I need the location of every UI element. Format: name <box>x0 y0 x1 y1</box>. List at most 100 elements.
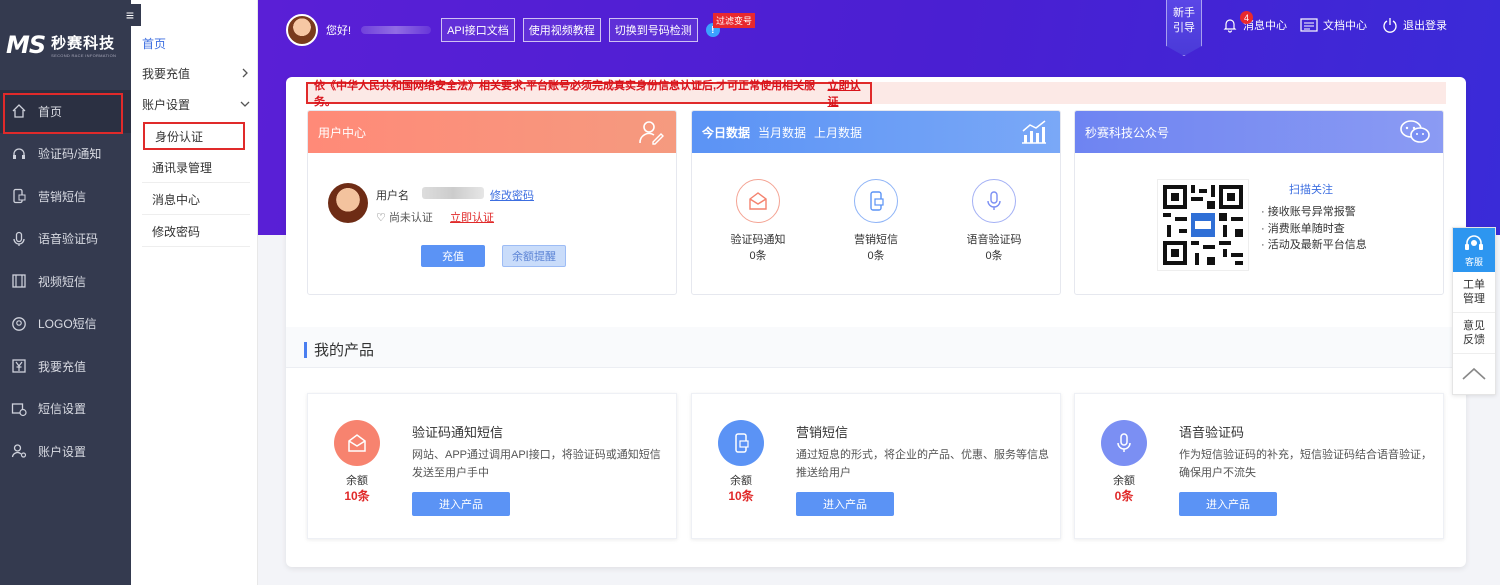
submenu-account[interactable]: 账户设置 <box>142 96 250 113</box>
filter-tag[interactable]: 过滤变号 <box>713 13 756 28</box>
heart-icon: ♡ <box>376 212 386 224</box>
benefit-item: · 活动及最新平台信息 <box>1261 239 1367 251</box>
sidebar: MS 秒赛科技 SECOND RACE INFORMATION 首页 验证码/通… <box>0 0 131 585</box>
wechat-panel: 秒赛科技公众号 扫描关注 · 接收账号异常报警 · 消费账单随时查 · 活动及最… <box>1074 110 1444 295</box>
product-title: 营销短信 <box>796 425 849 440</box>
sidebar-item-label: 首页 <box>38 104 63 119</box>
avatar[interactable] <box>286 14 318 46</box>
stat-value: 0条 <box>985 250 1003 262</box>
main-content: 依《中华人民共和国网络安全法》相关要求,平台账号必须完成真实身份信息认证后,才可… <box>286 77 1466 567</box>
badge-icon <box>10 315 28 333</box>
enter-product-button[interactable]: 进入产品 <box>412 492 510 516</box>
trend-chart-icon <box>1020 119 1048 148</box>
submenu-recharge[interactable]: 我要充值 <box>142 65 250 82</box>
doc-center-button[interactable]: 文档中心 <box>1300 17 1367 33</box>
wechat-benefits: · 接收账号异常报警 · 消费账单随时查 · 活动及最新平台信息 <box>1261 204 1367 254</box>
stat-verification: 验证码通知 0条 <box>713 179 803 263</box>
api-docs-button[interactable]: API接口文档 <box>441 18 515 42</box>
submenu-account-label: 账户设置 <box>142 98 191 112</box>
logo: MS 秒赛科技 SECOND RACE INFORMATION <box>0 0 131 90</box>
sidebar-item-video[interactable]: 视频短信 <box>0 260 131 303</box>
sidebar-item-marketing[interactable]: 营销短信 <box>0 175 131 218</box>
tab-today[interactable]: 今日数据 <box>702 124 750 141</box>
tab-this-month[interactable]: 当月数据 <box>758 124 806 141</box>
balance-value: 10条 <box>728 489 754 503</box>
logo-mark: MS <box>6 31 46 59</box>
sidebar-item-voice[interactable]: 语音验证码 <box>0 218 131 261</box>
balance-label: 余额 <box>730 475 752 487</box>
notice-verify-link[interactable]: 立即认证 <box>827 77 870 109</box>
customer-service-button[interactable]: 客服 <box>1453 228 1495 272</box>
sidebar-item-home[interactable]: 首页 <box>0 90 131 134</box>
back-to-top-icon[interactable] <box>1453 354 1495 394</box>
headset-icon <box>10 145 28 163</box>
bell-icon <box>1222 17 1238 33</box>
menu-toggle-icon[interactable]: ≡ <box>119 4 141 26</box>
sidebar-item-sms-settings[interactable]: 短信设置 <box>0 388 131 431</box>
stat-label: 验证码通知 <box>730 234 786 246</box>
switch-number-check-button[interactable]: 切换到号码检测 <box>608 18 698 42</box>
newbie-guide-button[interactable]: 新手 引导 <box>1166 0 1202 56</box>
document-icon <box>1300 17 1318 33</box>
submenu-change-password[interactable]: 修改密码 <box>142 216 250 247</box>
verification-status: ♡ 尚未认证 <box>376 212 433 224</box>
yen-icon <box>10 357 28 375</box>
benefit-item: · 接收账号异常报警 <box>1261 206 1356 218</box>
username-value-blurred <box>422 187 484 199</box>
guide-line-2: 引导 <box>1173 22 1195 34</box>
sidebar-item-label: 营销短信 <box>38 189 87 204</box>
stat-label: 营销短信 <box>854 234 898 246</box>
power-icon <box>1382 17 1398 33</box>
submenu: 首页 我要充值 账户设置 <box>131 0 258 585</box>
sidebar-item-label: LOGO短信 <box>38 317 97 332</box>
sidebar-item-logo-sms[interactable]: LOGO短信 <box>0 303 131 346</box>
sidebar-item-verification[interactable]: 验证码/通知 <box>0 133 131 176</box>
product-card-marketing: 余额 10条 营销短信 通过短息的形式，将企业的产品、优惠、服务等信息推送给用户… <box>691 393 1061 539</box>
message-count-badge: 4 <box>1240 11 1253 24</box>
verify-now-link[interactable]: 立即认证 <box>450 209 494 225</box>
stat-label: 语音验证码 <box>966 234 1022 246</box>
user-edit-icon <box>638 119 664 148</box>
change-password-link[interactable]: 修改密码 <box>490 187 534 203</box>
tab-last-month[interactable]: 上月数据 <box>814 124 862 141</box>
phone-message-icon <box>854 179 898 223</box>
submenu-child-label: 身份认证 <box>155 129 204 144</box>
ticket-management-button[interactable]: 工单 管理 <box>1453 272 1495 313</box>
submenu-home-link[interactable]: 首页 <box>142 35 166 52</box>
stat-marketing: 营销短信 0条 <box>831 179 921 263</box>
enter-product-button[interactable]: 进入产品 <box>796 492 894 516</box>
submenu-identity-verification[interactable]: 身份认证 <box>143 122 245 150</box>
logo-en: SECOND RACE INFORMATION <box>51 53 117 58</box>
data-panel: 今日数据 当月数据 上月数据 验证码通知 0条 营销短信 0条 语音验证码 0条 <box>691 110 1061 295</box>
recharge-button[interactable]: 充值 <box>421 245 485 267</box>
sidebar-item-label: 短信设置 <box>38 402 87 417</box>
sidebar-item-account[interactable]: 账户设置 <box>0 430 131 473</box>
headset-icon <box>1453 233 1495 255</box>
balance-alert-button[interactable]: 余额提醒 <box>502 245 566 267</box>
balance-label: 余额 <box>1113 475 1135 487</box>
submenu-child-label: 通讯录管理 <box>152 160 213 175</box>
video-tutorial-button[interactable]: 使用视频教程 <box>522 18 601 42</box>
submenu-messages[interactable]: 消息中心 <box>142 184 250 215</box>
phone-doc-icon <box>10 187 28 205</box>
sidebar-item-label: 视频短信 <box>38 274 87 289</box>
balance-value: 0条 <box>1114 489 1134 503</box>
sidebar-item-label: 语音验证码 <box>38 232 99 247</box>
user-center-title: 用户中心 <box>318 125 367 140</box>
product-desc: 作为短信验证码的补充，短信验证码结合语音验证，确保用户不流失 <box>1179 449 1432 479</box>
scan-follow-label: 扫描关注 <box>1289 184 1333 196</box>
user-avatar <box>328 183 368 223</box>
enter-product-button[interactable]: 进入产品 <box>1179 492 1277 516</box>
home-icon <box>10 102 28 120</box>
sidebar-item-recharge[interactable]: 我要充值 <box>0 345 131 388</box>
product-card-verification: 余额 10条 验证码通知短信 网站、APP通过调用API接口，将验证码或通知短信… <box>307 393 677 539</box>
product-card-voice: 余额 0条 语音验证码 作为短信验证码的补充，短信验证码结合语音验证，确保用户不… <box>1074 393 1444 539</box>
sidebar-item-label: 账户设置 <box>38 444 87 459</box>
logout-button[interactable]: 退出登录 <box>1382 17 1447 33</box>
film-icon <box>10 272 28 290</box>
doc-center-label: 文档中心 <box>1323 20 1367 32</box>
message-center-button[interactable]: 4 消息中心 <box>1222 11 1287 33</box>
stat-voice: 语音验证码 0条 <box>949 179 1039 263</box>
submenu-contacts[interactable]: 通讯录管理 <box>142 152 250 183</box>
feedback-button[interactable]: 意见 反馈 <box>1453 313 1495 354</box>
